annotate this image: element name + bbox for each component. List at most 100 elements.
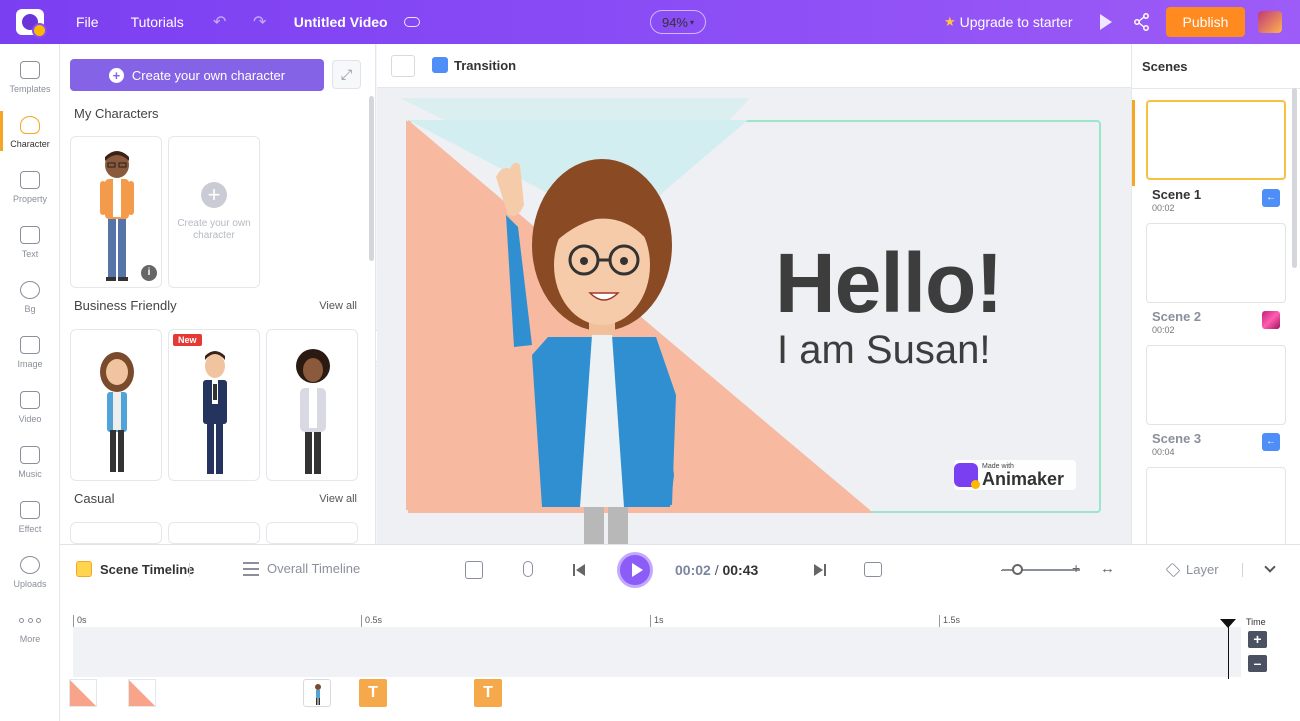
- view-all-casual-link[interactable]: View all: [319, 493, 357, 505]
- skip-back-icon[interactable]: [573, 564, 575, 576]
- scene-thumbnail-4[interactable]: [1146, 467, 1286, 544]
- character-card[interactable]: [266, 522, 358, 544]
- share-icon[interactable]: [1134, 13, 1150, 31]
- microphone-icon[interactable]: [523, 561, 533, 577]
- scene-name[interactable]: Scene 2: [1152, 309, 1201, 324]
- view-all-business-link[interactable]: View all: [319, 300, 357, 312]
- timeline-remove-button[interactable]: –: [1248, 655, 1267, 672]
- scenes-panel: Scenes Scene 1 00:02 ← Scene 2 00:02 Sce…: [1131, 44, 1300, 544]
- effect-icon: [20, 501, 40, 519]
- time-axis-label: Time: [1246, 617, 1266, 627]
- business-friendly-heading: Business Friendly: [74, 298, 177, 313]
- rail-label: Music: [18, 469, 42, 479]
- ruler-tick: 1.5s: [939, 615, 960, 627]
- my-characters-heading: My Characters: [74, 106, 159, 121]
- scene-transition-icon[interactable]: [1262, 311, 1280, 329]
- rail-item-text[interactable]: Text: [0, 215, 60, 270]
- character-card[interactable]: i: [70, 136, 162, 288]
- timeline-item-shape[interactable]: [128, 679, 156, 707]
- rail-item-character[interactable]: Character: [0, 105, 60, 160]
- susan-subheading[interactable]: I am Susan!: [777, 326, 990, 374]
- time-separator: /: [714, 562, 719, 578]
- layer-label: Layer: [1186, 562, 1219, 577]
- tab-scene-timeline[interactable]: Scene Timeline: [76, 561, 194, 577]
- scene-name[interactable]: Scene 1: [1152, 187, 1201, 202]
- camera-focus-icon[interactable]: [465, 561, 483, 579]
- rail-item-effect[interactable]: Effect: [0, 490, 60, 545]
- timeline-item-shape[interactable]: [69, 679, 97, 707]
- undo-icon[interactable]: ↶: [200, 12, 240, 32]
- rail-item-more[interactable]: More: [0, 600, 60, 655]
- tab-overall-timeline[interactable]: Overall Timeline: [243, 561, 360, 576]
- scene-transition-icon[interactable]: ←: [1262, 433, 1280, 451]
- tutorials-menu[interactable]: Tutorials: [115, 14, 200, 30]
- scene-name[interactable]: Scene 3: [1152, 431, 1201, 446]
- rail-item-templates[interactable]: Templates: [0, 50, 60, 105]
- timeline-track[interactable]: [73, 627, 1241, 677]
- character-card[interactable]: [70, 329, 162, 481]
- hello-heading[interactable]: Hello!: [775, 238, 1003, 328]
- star-icon: ★: [944, 14, 956, 29]
- susan-character[interactable]: [484, 155, 704, 544]
- transition-icon: [432, 57, 448, 73]
- rail-label: Effect: [18, 524, 42, 534]
- layers-icon: [1165, 562, 1181, 577]
- timeline-zoom-handle[interactable]: [1012, 564, 1023, 575]
- timeline-item-text[interactable]: T: [474, 679, 502, 707]
- scene-thumbnail-2[interactable]: [1146, 223, 1286, 303]
- made-with-animaker-watermark: Made with Animaker: [954, 460, 1076, 490]
- scene-thumbnail-3[interactable]: [1146, 345, 1286, 425]
- panel-scrollbar[interactable]: [369, 96, 374, 261]
- create-character-card[interactable]: + Create your own character: [168, 136, 260, 288]
- rail-item-music[interactable]: Music: [0, 435, 60, 490]
- background-color-swatch[interactable]: [391, 55, 415, 77]
- expand-icon[interactable]: ⤢: [332, 60, 361, 89]
- rail-item-uploads[interactable]: Uploads: [0, 545, 60, 600]
- scene-timeline-icon: [76, 561, 92, 577]
- skip-forward-icon[interactable]: [824, 564, 826, 576]
- fit-width-icon[interactable]: ↔: [1100, 560, 1115, 577]
- character-card[interactable]: [70, 522, 162, 544]
- preview-play-icon[interactable]: [1100, 14, 1112, 30]
- character-card[interactable]: New: [168, 329, 260, 481]
- timeline-item-character[interactable]: [303, 679, 331, 707]
- layer-button[interactable]: Layer: [1165, 562, 1219, 577]
- playhead[interactable]: [1220, 619, 1236, 679]
- skip-forward-arrow-icon[interactable]: [814, 564, 823, 576]
- chevron-down-icon: ▾: [690, 17, 695, 27]
- timeline-item-text[interactable]: T: [359, 679, 387, 707]
- animaker-brand: Animaker: [982, 468, 1065, 489]
- upgrade-link[interactable]: ★ Upgrade to starter: [944, 0, 1073, 44]
- create-character-button[interactable]: + Create your own character: [70, 59, 324, 91]
- publish-button[interactable]: Publish: [1166, 7, 1245, 37]
- character-man-suit-figure: [203, 351, 227, 474]
- project-title[interactable]: Untitled Video: [280, 14, 398, 30]
- rail-item-image[interactable]: Image: [0, 325, 60, 380]
- ruler-tick: 0s: [73, 615, 87, 627]
- rail-item-video[interactable]: Video: [0, 380, 60, 435]
- timeline-add-button[interactable]: +: [1248, 631, 1267, 648]
- character-card[interactable]: [168, 522, 260, 544]
- subtitle-icon[interactable]: [864, 562, 882, 577]
- animaker-logo[interactable]: [0, 0, 60, 44]
- upgrade-label: Upgrade to starter: [959, 14, 1073, 30]
- transition-button[interactable]: Transition: [432, 57, 516, 73]
- zoom-in-icon[interactable]: +: [1072, 560, 1080, 576]
- scene-transition-icon[interactable]: ←: [1262, 189, 1280, 207]
- scene-thumbnail-1[interactable]: [1146, 100, 1286, 180]
- redo-icon[interactable]: ↷: [240, 12, 280, 32]
- rail-item-property[interactable]: Property: [0, 160, 60, 215]
- user-avatar[interactable]: [1258, 11, 1282, 33]
- rail-item-bg[interactable]: Bg: [0, 270, 60, 325]
- play-button[interactable]: [617, 552, 653, 588]
- character-card[interactable]: [266, 329, 358, 481]
- image-icon: [20, 336, 40, 354]
- templates-icon: [20, 61, 40, 79]
- total-time: 00:43: [722, 562, 759, 578]
- file-menu[interactable]: File: [60, 14, 115, 30]
- collapse-timeline-chevron-down-icon[interactable]: [1264, 561, 1276, 573]
- info-icon[interactable]: i: [141, 265, 157, 281]
- scenes-scrollbar[interactable]: [1292, 88, 1297, 268]
- zoom-dropdown[interactable]: 94% ▾: [650, 10, 706, 34]
- skip-back-arrow-icon[interactable]: [576, 564, 585, 576]
